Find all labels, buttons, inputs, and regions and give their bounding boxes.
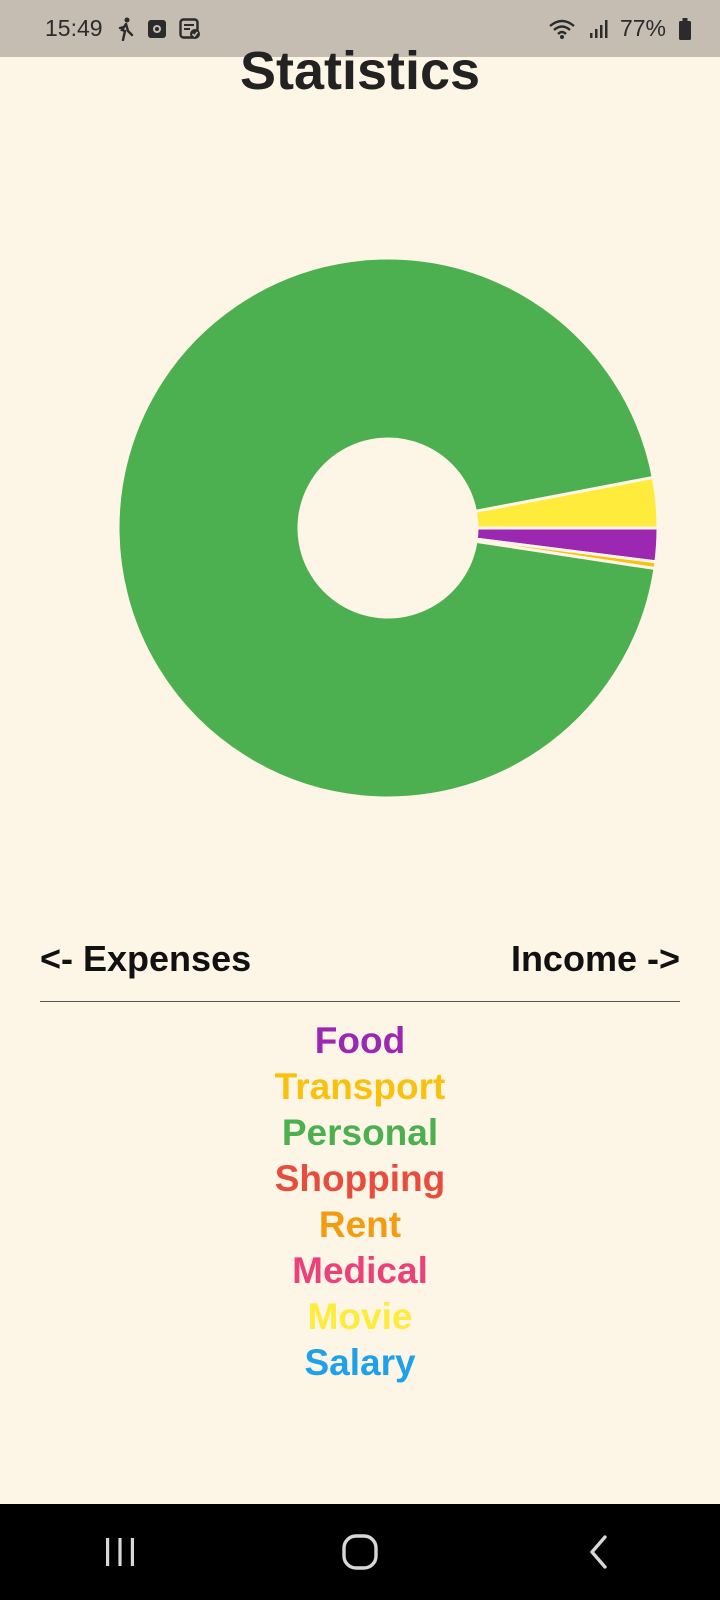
legend-item-rent: Rent [318,1204,402,1245]
home-icon [342,1534,378,1570]
back-button[interactable] [555,1512,645,1592]
category-switcher: <- Expenses Income -> [40,938,680,980]
income-nav-button[interactable]: Income -> [511,938,680,980]
recents-icon [106,1538,134,1566]
legend-item-transport: Transport [274,1066,446,1107]
recents-button[interactable] [75,1512,165,1592]
battery-icon [678,17,692,40]
status-time: 15:49 [45,15,103,41]
page-title: Statistics [239,41,481,101]
home-button[interactable] [315,1512,405,1592]
legend-item-salary: Salary [304,1342,416,1383]
category-legend: Food Transport Personal Shopping Rent Me… [0,1018,720,1386]
camera-app-icon [147,19,167,39]
legend-item-personal: Personal [281,1112,439,1153]
signal-icon [588,18,608,40]
donut-chart [116,256,660,800]
expenses-nav-button[interactable]: <- Expenses [40,938,251,980]
back-icon [590,1535,607,1569]
wifi-icon [548,18,576,40]
legend-item-food: Food [314,1020,406,1061]
divider [40,1001,680,1002]
system-navigation-bar [0,1504,720,1600]
battery-percent: 77% [619,15,666,41]
task-check-icon [178,17,201,40]
legend-item-medical: Medical [292,1250,428,1291]
legend-item-movie: Movie [307,1296,413,1337]
legend-item-shopping: Shopping [274,1158,446,1199]
walking-icon [115,17,135,41]
